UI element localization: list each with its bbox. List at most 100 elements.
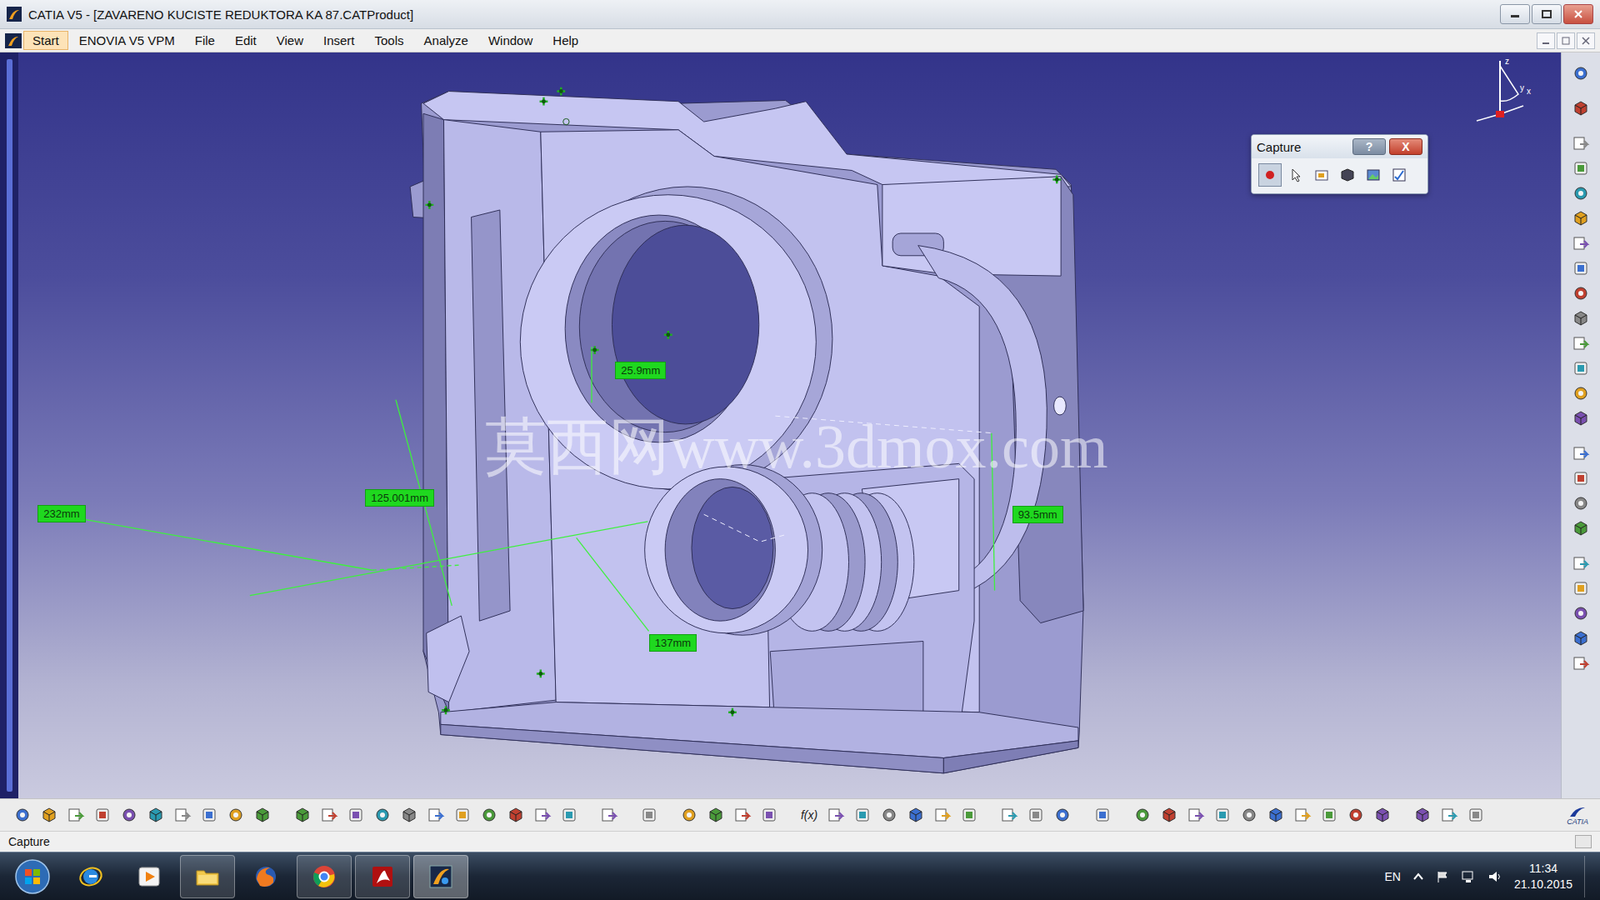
volume-icon[interactable] [1487, 870, 1503, 884]
start-button[interactable] [5, 855, 60, 899]
menu-item[interactable]: Edit [225, 30, 266, 50]
toolbar-button[interactable] [598, 804, 620, 826]
show-hidden-icon[interactable] [1412, 870, 1425, 883]
toolbar-button[interactable] [1371, 804, 1394, 826]
toolbar-button[interactable] [1570, 517, 1592, 540]
toolbar-button[interactable] [1570, 207, 1592, 230]
toolbar-button[interactable] [1185, 804, 1207, 826]
toolbar-button[interactable] [1345, 804, 1367, 826]
toolbar-button[interactable] [1570, 357, 1592, 380]
toolbar-button[interactable] [425, 804, 447, 826]
toolbar-button[interactable] [1091, 804, 1114, 826]
maximize-button[interactable] [1531, 4, 1562, 25]
3d-viewport[interactable]: 25.9mm232mm125.001mm137mm93.5mm莫西网www.3d… [18, 52, 1561, 799]
menu-item[interactable]: View [267, 30, 313, 50]
toolbar-button[interactable] [705, 804, 727, 826]
toolbar-button[interactable] [345, 804, 367, 826]
close-panel-button[interactable]: X [1389, 138, 1423, 155]
document-control-button[interactable] [1576, 32, 1595, 50]
toolbar-button[interactable] [1570, 652, 1592, 675]
close-button[interactable] [1563, 4, 1594, 25]
toolbar-button[interactable] [1570, 552, 1592, 575]
toolbar-button[interactable] [1318, 804, 1340, 826]
capture-tool-button[interactable] [1387, 163, 1411, 187]
measure-label[interactable]: 137mm [649, 634, 697, 652]
measure-label[interactable]: 93.5mm [1012, 505, 1064, 524]
toolbar-button[interactable] [1570, 332, 1592, 355]
taskbar-app[interactable] [238, 855, 294, 899]
measure-label[interactable]: 125.001mm [365, 489, 435, 507]
toolbar-button[interactable] [1570, 627, 1592, 650]
gearbox-housing-model[interactable] [410, 91, 1084, 774]
show-desktop-button[interactable] [1584, 855, 1595, 898]
minimize-button[interactable] [1500, 4, 1530, 25]
toolbar-button[interactable] [1438, 804, 1460, 826]
toolbar-button[interactable] [145, 804, 167, 826]
document-control-button[interactable] [1536, 32, 1555, 50]
capture-tool-button[interactable] [1284, 163, 1308, 187]
toolbar-button[interactable] [371, 804, 394, 826]
toolbar-button[interactable] [1291, 804, 1314, 826]
clock[interactable]: 11:3421.10.2015 [1514, 860, 1573, 891]
toolbar-button[interactable] [118, 804, 140, 826]
toolbar-button[interactable] [1570, 157, 1592, 180]
toolbar-button[interactable] [931, 804, 954, 826]
toolbar-button[interactable] [1025, 804, 1047, 826]
toolbar-button[interactable] [1570, 232, 1592, 255]
toolbar-button[interactable] [478, 804, 500, 826]
toolbar-button[interactable] [291, 804, 314, 826]
toolbar-button[interactable] [91, 804, 114, 826]
toolbar-button[interactable] [398, 804, 420, 826]
menu-item[interactable]: Tools [365, 30, 414, 50]
toolbar-button[interactable] [1158, 804, 1180, 826]
toolbar-button[interactable] [1570, 467, 1592, 490]
measure-label[interactable]: 25.9mm [615, 361, 666, 380]
capture-tool-button[interactable] [1258, 163, 1282, 187]
toolbar-button[interactable] [1570, 602, 1592, 625]
toolbar-button[interactable] [38, 804, 60, 826]
toolbar-button[interactable] [1570, 382, 1592, 405]
menu-item[interactable]: ENOVIA V5 VPM [70, 30, 185, 50]
menu-item[interactable]: Start [23, 30, 69, 50]
taskbar-app[interactable] [121, 855, 177, 899]
help-button[interactable]: ? [1352, 138, 1386, 155]
toolbar-button[interactable] [1265, 804, 1287, 826]
toolbar-button[interactable] [1570, 62, 1592, 85]
toolbar-button[interactable] [731, 804, 754, 826]
toolbar-button[interactable] [1238, 804, 1260, 826]
toolbar-button[interactable] [1465, 804, 1487, 826]
catia-menu-icon[interactable] [5, 33, 22, 49]
toolbar-button[interactable] [505, 804, 527, 826]
toolbar-button[interactable] [1570, 182, 1592, 205]
menu-item[interactable]: Insert [314, 30, 365, 50]
toolbar-button[interactable] [1570, 577, 1592, 600]
toolbar-button[interactable] [11, 804, 34, 826]
menu-item[interactable]: Analyze [415, 30, 478, 50]
toolbar-button[interactable] [678, 804, 700, 826]
toolbar-button[interactable] [905, 804, 927, 826]
toolbar-button[interactable] [958, 804, 980, 826]
toolbar-button[interactable] [825, 804, 847, 826]
taskbar-app[interactable] [63, 855, 119, 899]
toolbar-button[interactable] [1211, 804, 1234, 826]
toolbar-button[interactable] [998, 804, 1020, 826]
toolbar-button[interactable] [1570, 132, 1592, 155]
document-control-button[interactable] [1556, 32, 1575, 50]
taskbar-app[interactable] [296, 855, 352, 899]
menu-item[interactable]: File [185, 30, 225, 50]
toolbar-button[interactable] [1570, 282, 1592, 305]
toolbar-button[interactable] [251, 804, 274, 826]
capture-tool-button[interactable] [1310, 163, 1334, 187]
toolbar-button[interactable] [318, 804, 340, 826]
toolbar-button[interactable] [638, 804, 660, 826]
toolbar-button[interactable] [851, 804, 874, 826]
network-icon[interactable] [1460, 870, 1476, 884]
toolbar-button[interactable] [1570, 97, 1592, 120]
toolbar-button[interactable] [1570, 492, 1592, 515]
taskbar-app[interactable] [355, 855, 410, 899]
toolbar-button[interactable] [1411, 804, 1434, 826]
compass-icon[interactable]: zyx [1466, 54, 1544, 135]
formula-button[interactable]: f(x) [798, 804, 820, 826]
toolbar-button[interactable] [1570, 407, 1592, 430]
toolbar-button[interactable] [1131, 804, 1154, 826]
